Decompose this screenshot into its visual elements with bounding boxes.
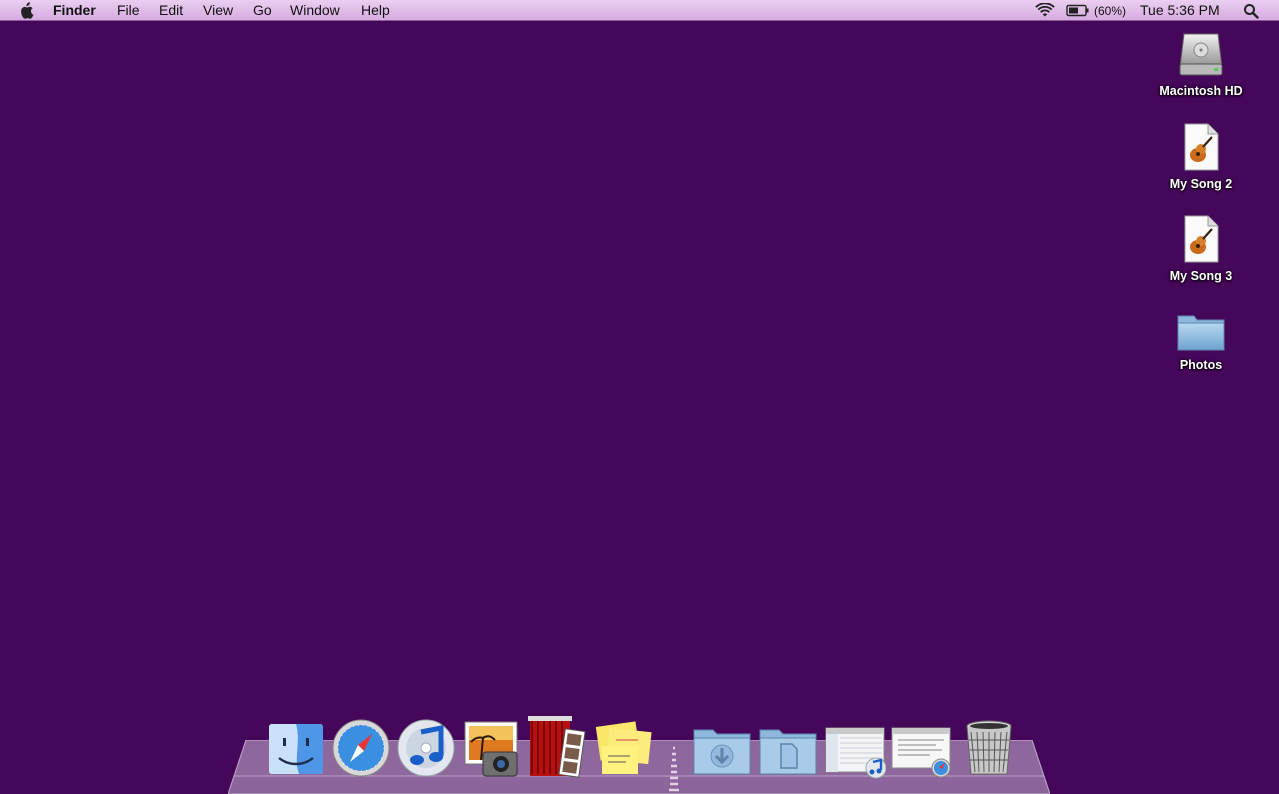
dock-photo-booth[interactable] <box>526 716 588 780</box>
menu-app-finder[interactable]: Finder <box>53 2 96 19</box>
dock-safari[interactable] <box>330 716 392 780</box>
menu-view[interactable]: View <box>203 2 233 19</box>
folder-icon <box>1177 315 1225 351</box>
garageband-document-icon <box>1184 215 1219 263</box>
photo-booth-icon <box>528 716 586 778</box>
spotlight-search-icon[interactable] <box>1243 3 1259 19</box>
itunes-icon <box>397 719 455 777</box>
menu-edit[interactable]: Edit <box>159 2 183 19</box>
dock-downloads-stack[interactable] <box>691 716 753 780</box>
trash-icon <box>966 720 1012 775</box>
documents-stack-icon <box>759 729 817 775</box>
desktop-icon-my-song-3[interactable]: My Song 3 <box>1146 215 1256 283</box>
menu-help[interactable]: Help <box>361 2 390 19</box>
dock-iphoto[interactable] <box>461 716 523 780</box>
menu-go[interactable]: Go <box>253 2 272 19</box>
desktop-icon-label: My Song 2 <box>1169 177 1233 191</box>
desktop-icon-label: My Song 3 <box>1169 269 1233 283</box>
desktop-icon-photos[interactable]: Photos <box>1146 310 1256 372</box>
battery-percent[interactable]: (60%) <box>1094 3 1126 20</box>
dock-documents-stack[interactable] <box>757 716 819 780</box>
finder-icon <box>269 724 323 774</box>
garageband-document-icon <box>1184 123 1219 171</box>
hard-drive-icon <box>1179 33 1223 76</box>
apple-logo-icon[interactable] <box>18 2 34 19</box>
wifi-icon[interactable] <box>1034 3 1056 18</box>
desktop-icon-label: Macintosh HD <box>1159 84 1243 98</box>
dock-finder[interactable] <box>265 716 327 780</box>
iphoto-icon <box>464 721 518 777</box>
dock-separator <box>669 746 679 792</box>
safari-icon <box>332 719 390 777</box>
downloads-stack-icon <box>693 729 751 775</box>
dock-safari-window[interactable] <box>890 716 952 780</box>
stickies-icon <box>595 721 652 774</box>
menu-bar: Finder File Edit View Go Window Help (60… <box>0 0 1279 21</box>
menu-clock[interactable]: Tue 5:36 PM <box>1140 2 1220 19</box>
safari-window-icon <box>891 727 951 778</box>
desktop-icon-label: Photos <box>1179 358 1223 372</box>
battery-icon[interactable] <box>1066 4 1090 17</box>
menu-window[interactable]: Window <box>290 2 340 19</box>
menu-file[interactable]: File <box>117 2 140 19</box>
dock-trash[interactable] <box>958 716 1020 780</box>
dock-itunes-window[interactable] <box>824 716 886 780</box>
dock-stickies[interactable] <box>592 716 654 780</box>
desktop-icon-my-song-2[interactable]: My Song 2 <box>1146 123 1256 191</box>
itunes-window-icon <box>825 727 886 779</box>
desktop-icon-macintosh-hd[interactable]: Macintosh HD <box>1146 30 1256 98</box>
dock-itunes[interactable] <box>395 716 457 780</box>
